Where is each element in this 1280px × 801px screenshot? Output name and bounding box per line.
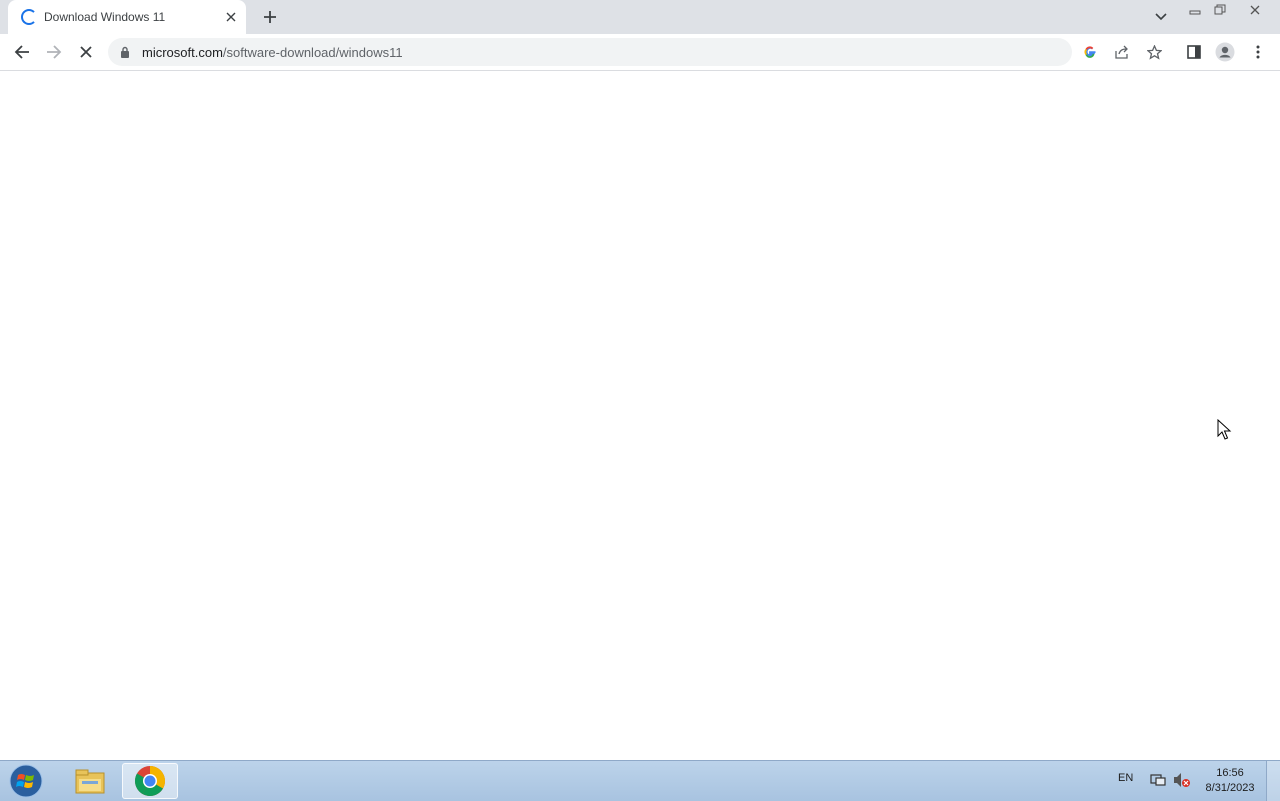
window-close-icon <box>1250 5 1260 15</box>
kebab-menu-icon <box>1256 45 1260 59</box>
taskbar: EN 16:56 8/31/2023 <box>0 760 1280 801</box>
side-panel-icon <box>1187 45 1201 59</box>
window-close-button[interactable] <box>1233 0 1277 20</box>
tab-download-windows-11[interactable]: Download Windows 11 <box>8 0 246 34</box>
address-bar[interactable]: microsoft.com/software-download/windows1… <box>108 38 1162 66</box>
stop-loading-icon <box>80 46 92 58</box>
tab-strip: Download Windows 11 <box>0 0 1280 34</box>
show-desktop-button[interactable] <box>1266 761 1280 801</box>
restore-icon <box>1214 4 1226 15</box>
taskbar-chrome[interactable] <box>122 763 178 799</box>
star-icon[interactable] <box>1144 42 1164 62</box>
browser-window: Download Windows 11 microsoft.com/softwa… <box>0 0 1280 760</box>
loading-spinner-icon <box>21 9 37 25</box>
profile-icon <box>1215 42 1235 62</box>
start-button[interactable] <box>4 762 48 800</box>
clock-date: 8/31/2023 <box>1205 782 1255 794</box>
restore-button[interactable] <box>1208 0 1232 20</box>
minimize-button[interactable] <box>1183 0 1207 20</box>
menu-button[interactable] <box>1245 39 1271 65</box>
tab-title: Download Windows 11 <box>44 10 166 24</box>
forward-button[interactable] <box>41 39 67 65</box>
minimize-icon <box>1189 10 1201 15</box>
arrow-right-icon <box>47 45 62 59</box>
new-tab-button[interactable] <box>258 5 282 29</box>
arrow-left-icon <box>14 45 29 59</box>
browser-toolbar: microsoft.com/software-download/windows1… <box>0 34 1280 71</box>
clock-time: 16:56 <box>1216 767 1244 779</box>
profile-button[interactable] <box>1212 39 1238 65</box>
url-host: microsoft.com <box>142 45 223 60</box>
windows-start-icon <box>9 764 43 798</box>
language-indicator[interactable]: EN <box>1118 772 1133 784</box>
stop-loading-button[interactable] <box>73 39 99 65</box>
side-panel-button[interactable] <box>1181 39 1207 65</box>
url-text[interactable]: microsoft.com/software-download/windows1… <box>142 45 403 60</box>
back-button[interactable] <box>9 39 35 65</box>
taskbar-explorer[interactable] <box>62 763 118 799</box>
network-icon[interactable] <box>1149 771 1167 789</box>
url-path: /software-download/windows11 <box>222 45 403 60</box>
folder-icon <box>75 769 105 794</box>
google-icon[interactable] <box>1080 42 1100 62</box>
mouse-cursor-icon <box>1217 419 1232 440</box>
lock-icon[interactable] <box>120 46 130 58</box>
plus-icon <box>264 11 276 23</box>
chrome-icon <box>134 766 166 797</box>
volume-muted-icon[interactable] <box>1173 771 1191 789</box>
chevron-down-icon <box>1155 13 1167 21</box>
tab-search-button[interactable] <box>1150 6 1172 28</box>
clock[interactable]: 16:56 8/31/2023 <box>1200 766 1260 796</box>
page-content <box>0 71 1280 760</box>
close-icon[interactable] <box>222 8 240 26</box>
share-icon[interactable] <box>1112 42 1132 62</box>
